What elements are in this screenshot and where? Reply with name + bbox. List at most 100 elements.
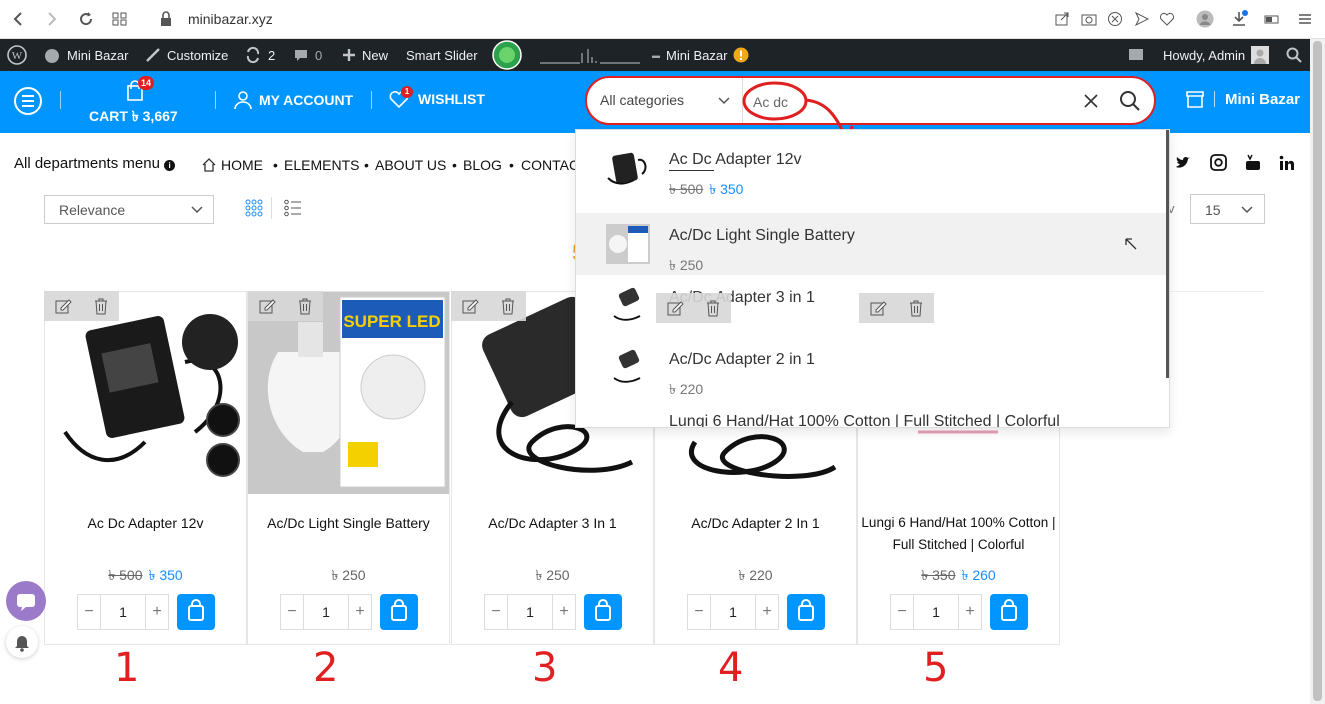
new-content-link[interactable]: New (342, 39, 388, 71)
quantity-input[interactable]: 1 (303, 595, 349, 629)
suggestion-item[interactable]: Ac/Dc Light Single Battery ৳ 250 (576, 213, 1168, 275)
add-to-cart-button[interactable] (787, 594, 825, 630)
chevron-down-icon (1241, 205, 1253, 215)
forward-icon[interactable] (42, 10, 60, 28)
add-to-cart-button[interactable] (380, 594, 418, 630)
increment-button[interactable]: + (146, 603, 168, 621)
edit-icon[interactable] (461, 297, 479, 315)
admin-search-icon[interactable] (1286, 39, 1302, 71)
trash-icon[interactable] (705, 299, 721, 317)
search-icon[interactable] (1119, 90, 1141, 112)
add-to-cart-button[interactable] (990, 594, 1028, 630)
reload-icon[interactable] (77, 10, 95, 28)
product-name[interactable]: Ac/Dc Adapter 2 In 1 (655, 512, 856, 534)
comments-link[interactable]: 0 (293, 39, 322, 71)
my-account-link[interactable]: MY ACCOUNT (233, 90, 353, 110)
suggestion-item[interactable]: Ac Dc Adapter 12v ৳ 500 ৳ 350 (576, 137, 1168, 199)
menu-icon[interactable] (1296, 10, 1314, 28)
store-link[interactable]: Mini Bazar (1186, 89, 1300, 109)
lock-icon[interactable] (157, 10, 175, 28)
quantity-input[interactable]: 1 (913, 595, 959, 629)
page-scrollbar[interactable] (1310, 39, 1325, 704)
instagram-icon[interactable] (1210, 154, 1227, 171)
edit-icon[interactable] (869, 299, 887, 317)
linkedin-icon[interactable] (1279, 155, 1295, 171)
increment-button[interactable]: + (349, 603, 371, 621)
increment-button[interactable]: + (553, 603, 575, 621)
address-bar[interactable]: minibazar.xyz (188, 11, 273, 27)
trash-icon[interactable] (297, 297, 313, 315)
suggestion-item[interactable]: Ac/Dc Adapter 2 in 1 ৳ 220 (576, 337, 1168, 399)
wishlist-link[interactable]: 1 WISHLIST (388, 86, 485, 109)
add-to-cart-button[interactable] (177, 594, 215, 630)
decrement-button[interactable]: − (78, 603, 100, 621)
nav-elements[interactable]: ELEMENTS (284, 157, 359, 173)
increment-button[interactable]: + (756, 603, 778, 621)
increment-button[interactable]: + (959, 603, 981, 621)
product-image[interactable] (45, 292, 246, 494)
decrement-button[interactable]: − (485, 603, 507, 621)
suggestion-item[interactable]: Lungi 6 Hand/Hat 100% Cotton | Full Stit… (576, 399, 1168, 427)
admin-site-link[interactable]: Mini Bazar (43, 39, 128, 71)
plugin-badge-icon[interactable] (492, 39, 522, 71)
site-name-link[interactable]: ▬ Mini Bazar (652, 39, 749, 71)
product-name[interactable]: Ac/Dc Adapter 3 In 1 (452, 512, 653, 534)
suggestion-item[interactable]: Ac/Dc Adapter 3 in 1 (576, 275, 1168, 337)
list-view-icon[interactable] (284, 199, 302, 217)
hamburger-menu-icon[interactable] (13, 86, 43, 116)
scrollbar-thumb[interactable] (1313, 41, 1322, 701)
block-icon[interactable] (1106, 10, 1124, 28)
trash-icon[interactable] (500, 297, 516, 315)
chat-widget-button[interactable] (6, 581, 46, 621)
edit-icon[interactable] (258, 297, 276, 315)
wordpress-logo-icon[interactable]: W (7, 39, 27, 71)
download-icon[interactable] (1230, 10, 1248, 28)
youtube-icon[interactable] (1245, 154, 1261, 171)
quantity-input[interactable]: 1 (710, 595, 756, 629)
notification-bell-button[interactable] (6, 626, 38, 658)
heart-icon[interactable] (1158, 10, 1176, 28)
product-card[interactable]: SUPER LED Ac/Dc Light Single Battery ৳ 2… (247, 291, 450, 645)
profile-icon[interactable] (1196, 10, 1214, 28)
nav-blog[interactable]: BLOG (463, 157, 502, 173)
send-icon[interactable] (1133, 10, 1151, 28)
decrement-button[interactable]: − (688, 603, 710, 621)
cart-button[interactable]: 14 CART ৳ 3,667 (88, 76, 193, 126)
per-page-select[interactable]: 15 (1190, 194, 1265, 224)
quantity-input[interactable]: 1 (507, 595, 553, 629)
product-name[interactable]: Ac/Dc Light Single Battery (248, 512, 449, 534)
trash-icon[interactable] (908, 299, 924, 317)
tab-grid-icon[interactable] (111, 10, 129, 28)
updates-link[interactable]: 2 (244, 39, 275, 71)
user-icon (234, 91, 252, 110)
nav-about-us[interactable]: ABOUT US (375, 157, 446, 173)
smart-slider-link[interactable]: Smart Slider (406, 39, 478, 71)
nav-home[interactable]: HOME (201, 157, 263, 173)
product-image[interactable]: SUPER LED (248, 292, 449, 494)
share-icon[interactable] (1053, 10, 1071, 28)
quantity-input[interactable]: 1 (100, 595, 146, 629)
edit-icon[interactable] (54, 297, 72, 315)
sort-select[interactable]: Relevance (44, 195, 214, 224)
twitter-icon[interactable] (1175, 155, 1191, 171)
chevron-down-icon[interactable] (718, 94, 730, 106)
decrement-button[interactable]: − (891, 603, 913, 621)
edit-icon[interactable] (666, 299, 684, 317)
product-name[interactable]: Lungi 6 Hand/Hat 100% Cotton | Full Stit… (858, 512, 1059, 556)
add-to-cart-button[interactable] (584, 594, 622, 630)
howdy-account[interactable]: Howdy, Admin (1163, 39, 1270, 71)
product-name[interactable]: Ac Dc Adapter 12v (45, 512, 246, 534)
notes-icon[interactable] (1128, 39, 1144, 71)
decrement-button[interactable]: − (281, 603, 303, 621)
grid-view-icon[interactable] (245, 199, 263, 217)
camera-icon[interactable] (1080, 10, 1098, 28)
trash-icon[interactable] (93, 297, 109, 315)
clear-search-icon[interactable] (1083, 93, 1099, 109)
product-card[interactable]: Ac Dc Adapter 12v ৳ 500 ৳ 350 −1 + (44, 291, 247, 645)
back-icon[interactable] (10, 10, 28, 28)
dropdown-scrollbar[interactable] (1166, 130, 1169, 378)
customize-link[interactable]: Customize (145, 39, 228, 71)
battery-icon[interactable] (1263, 10, 1281, 28)
category-select[interactable]: All categories (600, 92, 684, 108)
departments-menu[interactable]: All departments menu i (14, 155, 176, 172)
